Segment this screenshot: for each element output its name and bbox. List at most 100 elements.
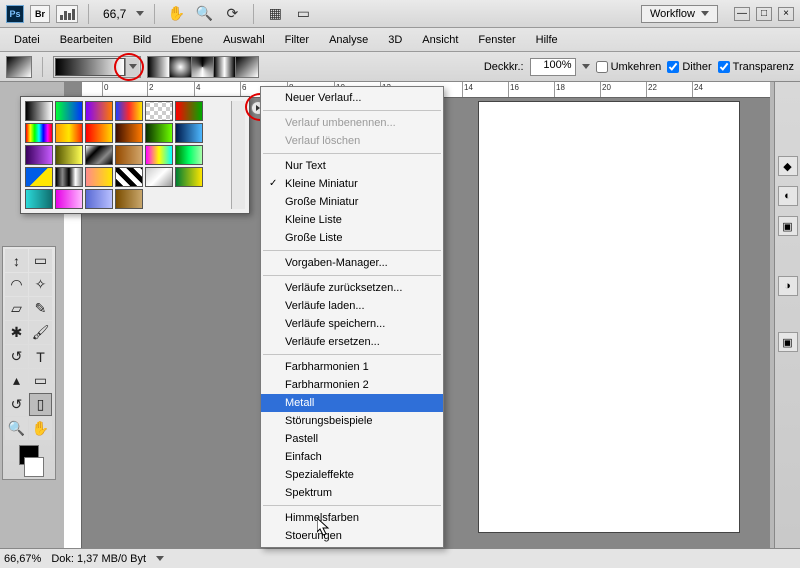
flyout-item[interactable]: Stoerungen xyxy=(261,527,443,545)
magic-wand-tool-icon[interactable]: ✧ xyxy=(29,273,52,296)
flyout-item[interactable]: Kleine Miniatur xyxy=(261,175,443,193)
shape-tool-icon[interactable]: ▭ xyxy=(29,369,52,392)
gradient-type-linear[interactable] xyxy=(148,57,170,77)
flyout-item[interactable]: Große Liste xyxy=(261,229,443,247)
zoom-dropdown-icon[interactable] xyxy=(136,11,144,16)
adjustments-panel-icon[interactable]: ◑ xyxy=(778,276,798,296)
eyedropper-tool-icon[interactable]: ✎ xyxy=(29,297,52,320)
menu-3d[interactable]: 3D xyxy=(380,31,410,49)
reverse-checkbox[interactable]: Umkehren xyxy=(596,61,662,73)
gradient-swatch[interactable] xyxy=(115,189,143,209)
gradient-swatch[interactable] xyxy=(115,123,143,143)
menu-auswahl[interactable]: Auswahl xyxy=(215,31,273,49)
paths-panel-icon[interactable]: ▣ xyxy=(778,216,798,236)
gradient-swatch[interactable] xyxy=(145,123,173,143)
layers-panel-icon[interactable]: ◆ xyxy=(778,156,798,176)
gradient-swatch[interactable] xyxy=(175,123,203,143)
flyout-item[interactable]: Kleine Liste xyxy=(261,211,443,229)
bridge-icon[interactable]: Br xyxy=(30,5,50,23)
close-button[interactable]: × xyxy=(778,7,794,21)
gradient-type-angle[interactable] xyxy=(192,57,214,77)
gradient-type-reflected[interactable] xyxy=(214,57,236,77)
transparency-checkbox[interactable]: Transparenz xyxy=(718,61,794,73)
gradient-type-radial[interactable] xyxy=(170,57,192,77)
opacity-scrub-icon[interactable] xyxy=(582,64,590,69)
hand-tool-icon[interactable]: ✋ xyxy=(29,417,52,440)
gradient-swatch[interactable] xyxy=(175,145,203,165)
menu-analyse[interactable]: Analyse xyxy=(321,31,376,49)
path-select-tool-icon[interactable]: ▴ xyxy=(5,369,28,392)
opacity-input[interactable]: 100% xyxy=(530,58,576,76)
status-zoom[interactable]: 66,67% xyxy=(4,553,41,565)
menu-ansicht[interactable]: Ansicht xyxy=(414,31,466,49)
flyout-item[interactable]: Verläufe ersetzen... xyxy=(261,333,443,351)
gradient-tool-icon[interactable]: ▯ xyxy=(29,393,52,416)
flyout-item[interactable]: Große Miniatur xyxy=(261,193,443,211)
menu-hilfe[interactable]: Hilfe xyxy=(528,31,566,49)
gradient-swatch[interactable] xyxy=(55,145,83,165)
gradient-swatch[interactable] xyxy=(175,101,203,121)
rotate-view-tool-icon[interactable]: ↺ xyxy=(5,393,28,416)
minibridge-icon[interactable] xyxy=(56,5,78,23)
hand-tool-icon[interactable]: ✋ xyxy=(165,3,187,25)
gradient-swatch[interactable] xyxy=(25,189,53,209)
active-tool-thumb[interactable] xyxy=(6,56,32,78)
menu-ebene[interactable]: Ebene xyxy=(163,31,211,49)
gradient-swatch[interactable] xyxy=(25,145,53,165)
flyout-item[interactable]: Farbharmonien 2 xyxy=(261,376,443,394)
minimize-button[interactable]: — xyxy=(734,7,750,21)
gradient-swatch[interactable] xyxy=(145,101,173,121)
gradient-sample-picker[interactable] xyxy=(53,56,141,78)
zoom-level[interactable]: 66,7 xyxy=(99,7,130,21)
flyout-item[interactable]: Nur Text xyxy=(261,157,443,175)
transparency-check-input[interactable] xyxy=(718,61,730,73)
crop-tool-icon[interactable]: ▱ xyxy=(5,297,28,320)
flyout-item[interactable]: Verläufe speichern... xyxy=(261,315,443,333)
gradient-swatch[interactable] xyxy=(85,167,113,187)
menu-filter[interactable]: Filter xyxy=(277,31,317,49)
channels-panel-icon[interactable]: ◐ xyxy=(778,186,798,206)
screen-mode-icon[interactable]: ▭ xyxy=(292,3,314,25)
gradient-swatch[interactable] xyxy=(175,167,203,187)
gradient-swatch[interactable] xyxy=(55,101,83,121)
flyout-item[interactable]: Störungsbeispiele xyxy=(261,412,443,430)
flyout-item[interactable]: Neuer Verlauf... xyxy=(261,89,443,107)
flyout-item[interactable]: Metall xyxy=(261,394,443,412)
gradient-swatch[interactable] xyxy=(85,145,113,165)
dither-checkbox[interactable]: Dither xyxy=(667,61,711,73)
gradient-swatch[interactable] xyxy=(55,123,83,143)
restore-button[interactable]: □ xyxy=(756,7,772,21)
status-popup-icon[interactable] xyxy=(156,556,164,561)
gradient-swatch[interactable] xyxy=(55,167,83,187)
gradient-swatch[interactable] xyxy=(145,145,173,165)
flyout-item[interactable]: Verläufe laden... xyxy=(261,297,443,315)
arrange-docs-icon[interactable]: ▦ xyxy=(264,3,286,25)
menu-fenster[interactable]: Fenster xyxy=(470,31,523,49)
gradient-popup-scrollbar[interactable] xyxy=(231,101,245,209)
gradient-swatch[interactable] xyxy=(25,101,53,121)
gradient-swatch[interactable] xyxy=(145,167,173,187)
flyout-item[interactable]: Pastell xyxy=(261,430,443,448)
history-brush-tool-icon[interactable]: ↺ xyxy=(5,345,28,368)
zoom-tool-icon[interactable]: 🔍 xyxy=(193,3,215,25)
flyout-item[interactable]: Spektrum xyxy=(261,484,443,502)
menu-datei[interactable]: Datei xyxy=(6,31,48,49)
gradient-swatch[interactable] xyxy=(115,145,143,165)
spot-heal-tool-icon[interactable]: ✱ xyxy=(5,321,28,344)
gradient-swatch[interactable] xyxy=(115,101,143,121)
move-tool-icon[interactable]: ↕ xyxy=(5,249,28,272)
gradient-swatch[interactable] xyxy=(25,167,53,187)
rotate-view-icon[interactable]: ⟳ xyxy=(221,3,243,25)
flyout-item[interactable]: Einfach xyxy=(261,448,443,466)
menu-bearbeiten[interactable]: Bearbeiten xyxy=(52,31,121,49)
gradient-swatch[interactable] xyxy=(55,189,83,209)
gradient-swatch[interactable] xyxy=(85,101,113,121)
type-tool-icon[interactable]: T xyxy=(29,345,52,368)
marquee-tool-icon[interactable]: ▭ xyxy=(29,249,52,272)
gradient-swatch[interactable] xyxy=(85,123,113,143)
gradient-picker-dropdown[interactable] xyxy=(125,58,139,76)
gradient-swatch[interactable] xyxy=(25,123,53,143)
reverse-check-input[interactable] xyxy=(596,61,608,73)
dither-check-input[interactable] xyxy=(667,61,679,73)
flyout-item[interactable]: Verläufe zurücksetzen... xyxy=(261,279,443,297)
